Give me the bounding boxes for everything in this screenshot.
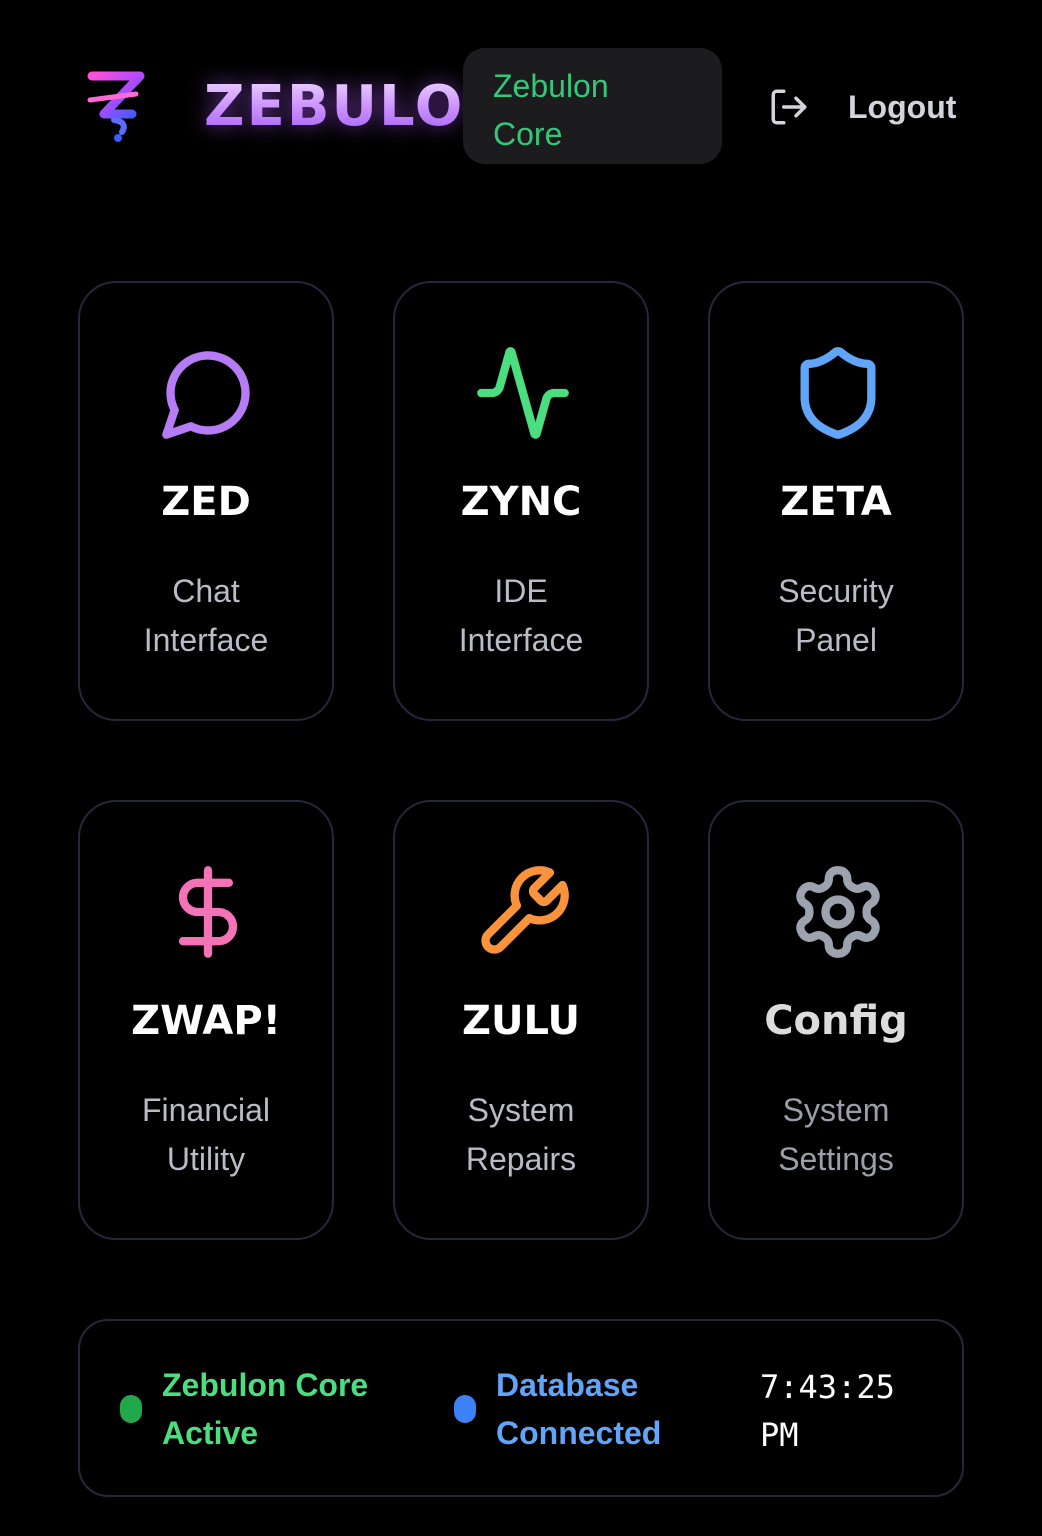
zebulon-logo-icon [87,71,145,142]
card-zync[interactable]: ZYNC IDE Interface [393,281,649,721]
database-status-text: Database Connected [496,1361,661,1457]
chat-bubble-icon [162,351,250,439]
wrench-icon [481,866,569,954]
card-config[interactable]: Config System Settings [708,800,964,1240]
core-status-dot [120,1395,142,1423]
card-title: ZYNC [460,479,582,525]
clock: 7:43:25 PM [760,1363,895,1459]
logout-icon [771,89,807,125]
card-zwap[interactable]: ZWAP! Financial Utility [78,800,334,1240]
core-badge-line2: Core [493,116,563,152]
clock-period: PM [760,1416,799,1454]
logout-label: Logout [848,88,957,125]
gear-icon [796,866,880,958]
card-title: Config [764,998,908,1044]
card-desc-line1: System [467,1092,575,1128]
core-badge: Zebulon Core [463,48,722,164]
card-desc-line2: Interface [143,622,269,658]
card-desc-line1: IDE [494,573,548,609]
card-description: System Settings [710,1086,962,1184]
card-desc-line2: Panel [795,622,877,658]
card-description: IDE Interface [395,567,647,665]
card-desc-line2: Interface [458,622,584,658]
card-desc-line1: Financial [141,1092,271,1128]
header: ZEBULON Zebulon Core Logout [0,0,1042,200]
card-desc-line2: Repairs [465,1141,577,1177]
database-status-line2: Connected [496,1415,662,1451]
card-desc-line1: Chat [172,573,240,609]
dashboard-page: ZEBULON Zebulon Core Logout ZED Chat Int… [0,0,1042,1536]
card-desc-line2: Utility [166,1141,246,1177]
card-title: ZWAP! [131,998,281,1044]
brand-title: ZEBULON [204,74,466,139]
card-description: Security Panel [710,567,962,665]
card-title: ZETA [780,479,892,525]
card-title: ZULU [461,998,581,1044]
card-description: Financial Utility [80,1086,332,1184]
activity-pulse-icon [477,347,569,439]
core-status-line2: Active [162,1415,259,1451]
status-bar: Zebulon Core Active Database Connected 7… [78,1319,964,1497]
card-zeta[interactable]: ZETA Security Panel [708,281,964,721]
card-desc-line1: Security [778,573,894,609]
logout-button[interactable]: Logout [768,82,956,132]
core-status-text: Zebulon Core Active [162,1361,368,1457]
card-zed[interactable]: ZED Chat Interface [78,281,334,721]
core-badge-line1: Zebulon [493,68,609,104]
card-description: System Repairs [395,1086,647,1184]
card-description: Chat Interface [80,567,332,665]
dollar-icon [178,866,238,958]
card-title: ZED [161,479,251,525]
database-status-line1: Database [496,1367,639,1403]
database-status-dot [454,1395,476,1423]
card-desc-line1: System [782,1092,890,1128]
card-zulu[interactable]: ZULU System Repairs [393,800,649,1240]
card-desc-line2: Settings [778,1141,894,1177]
clock-time: 7:43:25 [760,1368,895,1406]
core-status-line1: Zebulon Core [162,1367,369,1403]
shield-icon [800,347,876,439]
